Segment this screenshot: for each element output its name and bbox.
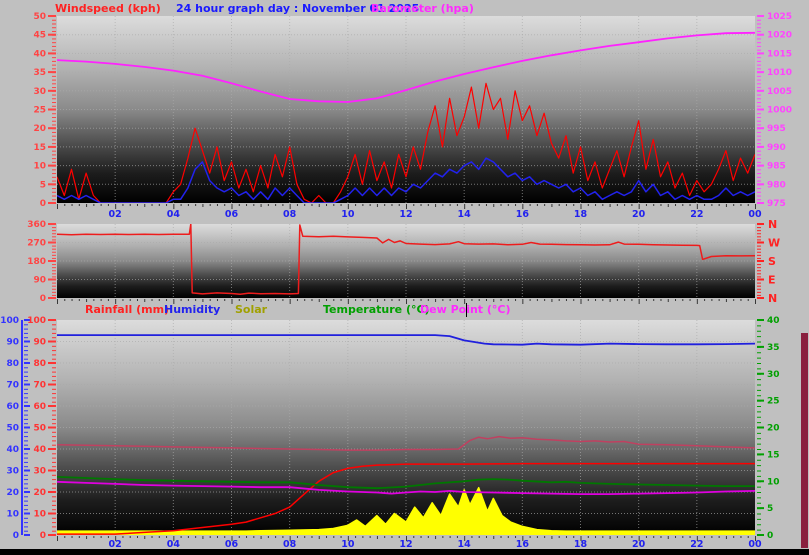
svg-text:0: 0 <box>40 531 46 541</box>
svg-text:1010: 1010 <box>767 68 792 78</box>
svg-text:1005: 1005 <box>767 87 792 97</box>
svg-text:0: 0 <box>40 199 46 209</box>
svg-text:985: 985 <box>767 162 786 172</box>
svg-text:80: 80 <box>6 359 19 369</box>
bottom-black-strip <box>0 549 809 555</box>
svg-text:995: 995 <box>767 124 786 134</box>
svg-text:40: 40 <box>6 445 19 455</box>
svg-text:90: 90 <box>33 338 46 348</box>
svg-text:S: S <box>768 255 776 268</box>
svg-text:90: 90 <box>33 276 46 286</box>
svg-text:1020: 1020 <box>767 31 792 41</box>
svg-text:35: 35 <box>767 343 780 353</box>
svg-text:50: 50 <box>6 424 19 434</box>
svg-text:270: 270 <box>27 239 46 249</box>
solar-series-label: Solar <box>235 303 268 316</box>
svg-text:30: 30 <box>33 87 46 97</box>
svg-text:10: 10 <box>6 510 19 520</box>
svg-text:20: 20 <box>33 124 46 134</box>
right-edge-bar <box>801 333 808 548</box>
svg-text:100: 100 <box>27 316 46 326</box>
svg-text:12: 12 <box>399 209 412 220</box>
svg-text:20: 20 <box>767 424 780 434</box>
text-cursor-artifact <box>466 303 467 317</box>
svg-text:10: 10 <box>33 510 46 520</box>
svg-text:25: 25 <box>767 397 780 407</box>
svg-text:90: 90 <box>6 338 19 348</box>
svg-text:80: 80 <box>33 359 46 369</box>
svg-text:45: 45 <box>33 31 46 41</box>
svg-text:20: 20 <box>632 209 646 220</box>
svg-text:40: 40 <box>33 49 46 59</box>
svg-text:00: 00 <box>748 209 762 220</box>
svg-text:40: 40 <box>767 316 780 326</box>
svg-text:18: 18 <box>574 209 588 220</box>
svg-text:180: 180 <box>27 257 46 267</box>
svg-text:30: 30 <box>6 467 19 477</box>
svg-text:30: 30 <box>767 370 780 380</box>
svg-text:35: 35 <box>33 68 46 78</box>
svg-text:0: 0 <box>40 294 46 304</box>
svg-text:360: 360 <box>27 220 46 230</box>
svg-text:10: 10 <box>767 477 780 487</box>
svg-text:70: 70 <box>6 381 19 391</box>
svg-text:06: 06 <box>225 209 239 220</box>
temperature-series-label: Temperature (°C) <box>323 303 430 316</box>
rainfall-series-label: Rainfall (mm) <box>85 303 170 316</box>
humidity-series-label: Humidity <box>164 303 221 316</box>
svg-text:N: N <box>768 218 777 231</box>
svg-text:0: 0 <box>13 531 19 541</box>
svg-text:30: 30 <box>33 467 46 477</box>
svg-text:975: 975 <box>767 199 786 209</box>
svg-text:W: W <box>768 237 780 250</box>
svg-text:5: 5 <box>40 180 46 190</box>
svg-text:50: 50 <box>33 12 46 22</box>
svg-text:22: 22 <box>690 209 703 220</box>
svg-text:25: 25 <box>33 106 46 116</box>
svg-text:08: 08 <box>283 209 297 220</box>
svg-text:50: 50 <box>33 424 46 434</box>
svg-text:16: 16 <box>516 209 530 220</box>
svg-text:1000: 1000 <box>767 106 792 116</box>
svg-text:70: 70 <box>33 381 46 391</box>
svg-text:20: 20 <box>33 488 46 498</box>
svg-text:5: 5 <box>767 504 773 514</box>
svg-text:E: E <box>768 274 776 287</box>
weather-display-24hr-graph-window: 0 5 10 15 20 25 30 35 40 45 50 975 980 985 990 995 1000 1… <box>0 0 809 555</box>
svg-text:04: 04 <box>167 209 181 220</box>
svg-text:0: 0 <box>767 531 773 541</box>
svg-text:100: 100 <box>0 316 19 326</box>
svg-text:15: 15 <box>767 450 780 460</box>
svg-text:60: 60 <box>33 402 46 412</box>
svg-text:15: 15 <box>33 143 46 153</box>
svg-text:40: 40 <box>33 445 46 455</box>
svg-text:980: 980 <box>767 180 786 190</box>
barometer-axis-title: Barometer (hpa) <box>371 2 474 15</box>
windspeed-axis-title: Windspeed (kph) <box>55 2 161 15</box>
svg-text:1015: 1015 <box>767 49 792 59</box>
svg-text:14: 14 <box>458 209 472 220</box>
svg-text:10: 10 <box>33 162 46 172</box>
svg-text:N: N <box>768 292 777 305</box>
svg-text:1025: 1025 <box>767 12 792 22</box>
svg-text:02: 02 <box>109 209 122 220</box>
svg-text:990: 990 <box>767 143 786 153</box>
svg-text:60: 60 <box>6 402 19 412</box>
svg-text:10: 10 <box>341 209 355 220</box>
svg-text:20: 20 <box>6 488 19 498</box>
